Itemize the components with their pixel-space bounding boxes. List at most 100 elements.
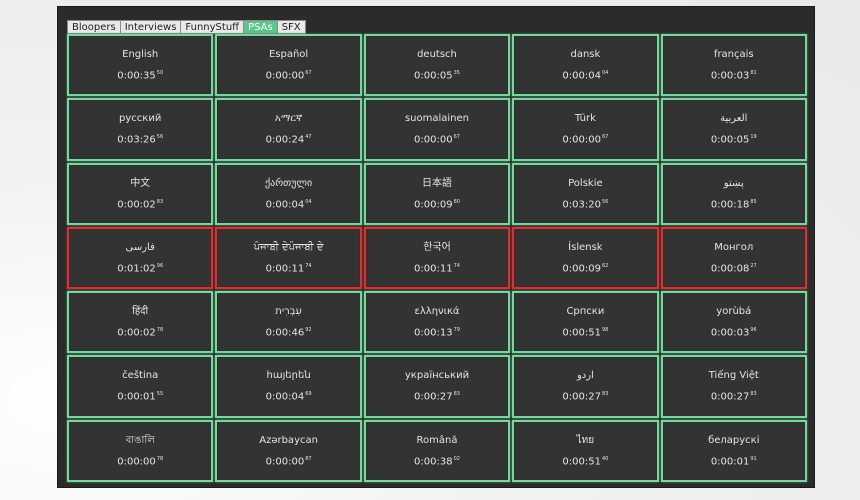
- clip-button-amharic[interactable]: አማርኛ 0:00:2447: [215, 98, 362, 161]
- clip-duration: 0:01:0296: [117, 262, 164, 275]
- clip-button-arabic[interactable]: العربية 0:00:0519: [660, 98, 807, 161]
- clip-button-urdu[interactable]: اردو 0:00:2783: [512, 355, 659, 418]
- clip-button-mongolian[interactable]: Монгол 0:00:0827: [660, 226, 807, 290]
- clip-button-thai[interactable]: ไทย 0:00:5140: [512, 419, 659, 482]
- clip-duration: 0:00:0404: [265, 198, 312, 210]
- clip-button-english[interactable]: English 0:00:3550: [67, 34, 214, 97]
- clip-language: deutsch: [417, 48, 457, 60]
- clip-button-deutsch[interactable]: deutsch 0:00:0535: [363, 34, 511, 97]
- clip-duration: 0:00:2783: [562, 391, 609, 403]
- clip-duration: 0:00:0087: [265, 455, 312, 467]
- clip-language: 한국어: [423, 241, 451, 253]
- clip-button-romanian[interactable]: Română 0:00:3802: [363, 419, 511, 482]
- clip-button-bengali[interactable]: বাঙালি 0:00:0078: [67, 419, 214, 482]
- clip-duration: 0:00:0827: [710, 262, 757, 275]
- clip-language: ਪੰਜਾਬੀ ਦੇਪੰਜਾਬੀ ਦੇ: [253, 241, 324, 253]
- clip-button-serbian[interactable]: Српски 0:00:5198: [512, 291, 659, 354]
- clip-duration: 0:00:5198: [562, 327, 609, 339]
- clip-language: беларускі: [708, 434, 760, 446]
- clip-button-belarusian[interactable]: беларускі 0:00:0191: [660, 419, 807, 482]
- soundboard-window: Bloopers Interviews FunnyStuff PSAs SFX …: [58, 7, 814, 487]
- clip-language: ไทย: [576, 434, 595, 446]
- clip-button-farsi[interactable]: فارسی 0:01:0296: [67, 226, 214, 290]
- clip-language: বাঙালি: [125, 434, 155, 446]
- clip-duration: 0:00:0155: [117, 391, 164, 403]
- clip-language: Română: [416, 434, 458, 446]
- clip-duration: 0:00:1174: [414, 262, 460, 275]
- clip-duration: 0:00:0535: [414, 69, 460, 82]
- clip-button-armenian[interactable]: հայերեն 0:00:0469: [215, 355, 362, 418]
- clip-duration: 0:03:2056: [562, 198, 609, 210]
- clip-button-ukrainian[interactable]: український 0:00:2783: [363, 355, 511, 418]
- clip-language: ქართული: [264, 177, 313, 189]
- clip-language: العربية: [720, 113, 748, 125]
- clip-duration: 0:00:0078: [117, 455, 164, 467]
- clip-button-vietnamese[interactable]: Tiếng Việt 0:00:2783: [660, 355, 807, 418]
- clip-language: Tiếng Việt: [708, 370, 759, 382]
- clip-button-turkish[interactable]: Türk 0:00:0067: [512, 98, 659, 161]
- clip-button-hebrew[interactable]: עִבְרִית 0:00:4692: [215, 291, 362, 354]
- category-tabs: Bloopers Interviews FunnyStuff PSAs SFX: [67, 20, 306, 34]
- clip-language: русский: [119, 113, 162, 125]
- clip-duration: 0:00:0191: [710, 455, 757, 467]
- clip-button-greek[interactable]: ελληνικά 0:00:1379: [363, 291, 511, 354]
- clip-button-dansk[interactable]: dansk 0:00:0404: [512, 34, 659, 97]
- clip-button-czech[interactable]: čeština 0:00:0155: [67, 355, 214, 418]
- clip-language: Монгол: [714, 241, 754, 253]
- clip-language: עִבְרִית: [275, 306, 302, 318]
- tab-bloopers[interactable]: Bloopers: [67, 20, 120, 34]
- clip-duration: 0:00:1174: [265, 262, 312, 275]
- clip-duration: 0:03:2656: [117, 134, 164, 146]
- clip-language: dansk: [570, 48, 601, 60]
- clip-button-georgian[interactable]: ქართული 0:00:0404: [215, 162, 362, 225]
- clip-duration: 0:00:0396: [710, 327, 757, 339]
- clip-language: ελληνικά: [414, 306, 460, 318]
- clip-duration: 0:00:0278: [117, 327, 164, 339]
- clip-duration: 0:00:0469: [265, 391, 312, 403]
- clip-button-pashto[interactable]: پښتو 0:00:1885: [660, 162, 807, 225]
- clip-language: հայերեն: [266, 370, 311, 382]
- clip-duration: 0:00:0381: [710, 69, 757, 82]
- clip-language: suomalainen: [404, 113, 470, 125]
- clip-button-azerbaijani[interactable]: Azərbaycan 0:00:0087: [215, 419, 362, 482]
- tab-funnystuff[interactable]: FunnyStuff: [180, 20, 244, 34]
- clip-duration: 0:00:2447: [265, 134, 312, 146]
- clip-duration: 0:00:0980: [414, 198, 460, 210]
- clip-language: yorùbá: [716, 306, 752, 318]
- clip-button-chinese[interactable]: 中文 0:00:0283: [67, 162, 214, 225]
- clip-language: پښتو: [723, 177, 744, 189]
- clip-button-punjabi[interactable]: ਪੰਜਾਬੀ ਦੇਪੰਜਾਬੀ ਦੇ 0:00:1174: [215, 226, 362, 290]
- clip-duration: 0:00:2783: [710, 391, 757, 403]
- clip-button-korean[interactable]: 한국어 0:00:1174: [363, 226, 511, 290]
- clip-duration: 0:00:0404: [562, 69, 609, 82]
- clip-duration: 0:00:2783: [414, 391, 460, 403]
- clip-language: English: [122, 48, 159, 60]
- clip-duration: 0:00:3802: [414, 455, 460, 467]
- tab-interviews[interactable]: Interviews: [119, 20, 181, 34]
- clip-duration: 0:00:0283: [117, 198, 164, 210]
- clip-button-hindi[interactable]: हिंदी 0:00:0278: [67, 291, 214, 354]
- clip-duration: 0:00:1379: [414, 327, 460, 339]
- clip-button-japanese[interactable]: 日本語 0:00:0980: [363, 162, 511, 225]
- clip-language: Íslensk: [568, 241, 603, 253]
- clip-language: فارسی: [125, 241, 155, 253]
- tab-psas[interactable]: PSAs: [243, 20, 277, 34]
- tab-sfx[interactable]: SFX: [276, 20, 306, 34]
- clip-duration: 0:00:0067: [265, 69, 312, 82]
- clip-button-yoruba[interactable]: yorùbá 0:00:0396: [660, 291, 807, 354]
- clip-duration: 0:00:0962: [562, 262, 609, 275]
- clip-duration: 0:00:0067: [414, 134, 460, 146]
- clip-language: አማርኛ: [274, 113, 303, 125]
- clip-duration: 0:00:4692: [265, 327, 312, 339]
- clip-button-polish[interactable]: Polskie 0:03:2056: [512, 162, 659, 225]
- clip-language: اردو: [576, 370, 594, 382]
- clip-language: 中文: [130, 177, 151, 189]
- clip-button-icelandic[interactable]: Íslensk 0:00:0962: [512, 226, 659, 290]
- clip-duration: 0:00:0519: [710, 134, 757, 146]
- clip-button-espanol[interactable]: Español 0:00:0067: [215, 34, 362, 97]
- clip-button-russian[interactable]: русский 0:03:2656: [67, 98, 214, 161]
- clip-button-francais[interactable]: français 0:00:0381: [660, 34, 807, 97]
- clip-button-finnish[interactable]: suomalainen 0:00:0067: [363, 98, 511, 161]
- clip-language: हिंदी: [132, 306, 149, 318]
- clip-grid: English 0:00:3550 Español 0:00:0067 deut…: [67, 34, 807, 482]
